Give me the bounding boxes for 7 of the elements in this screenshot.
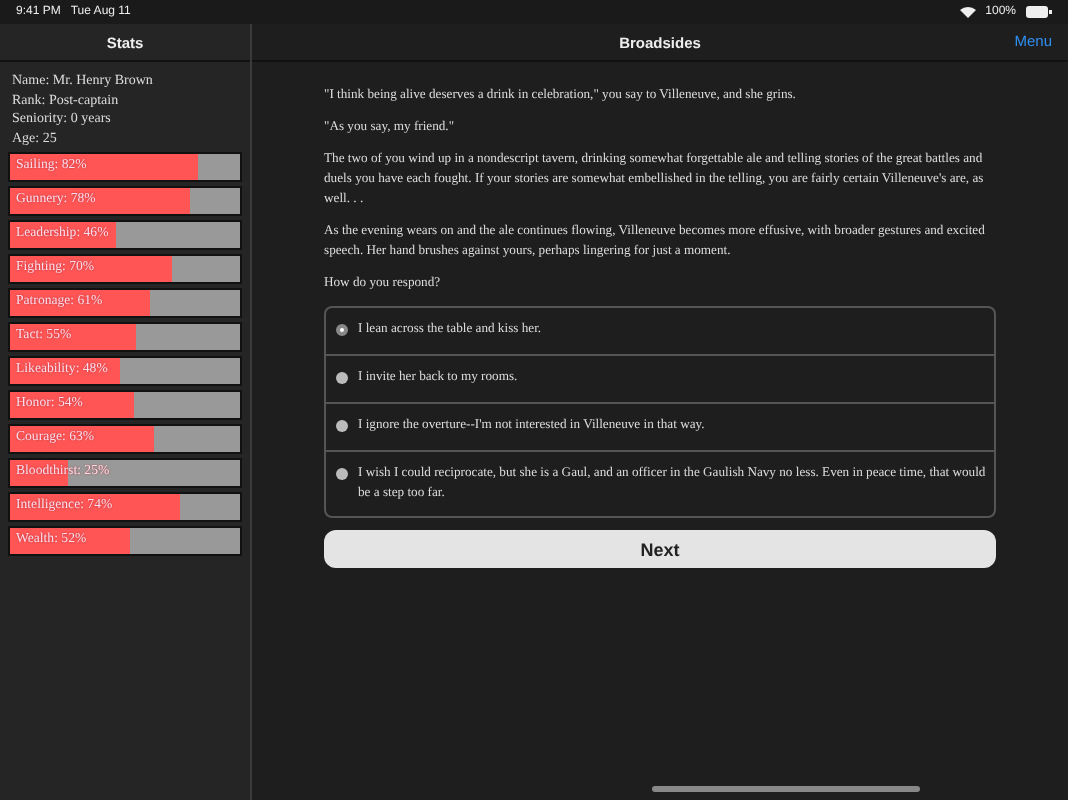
next-button[interactable]: Next xyxy=(324,530,996,568)
radio-button[interactable] xyxy=(336,372,348,384)
radio-button[interactable] xyxy=(336,324,348,336)
battery-icon xyxy=(1026,6,1052,18)
radio-button[interactable] xyxy=(336,420,348,432)
wifi-icon xyxy=(959,6,976,18)
radio-button[interactable] xyxy=(336,468,348,480)
